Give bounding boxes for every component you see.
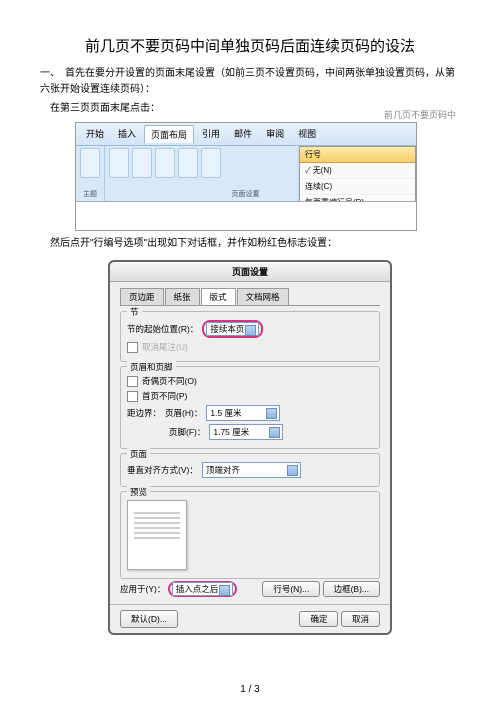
window-title-fragment: 前几页不要页码中: [384, 108, 456, 121]
text-direction-icon[interactable]: [109, 148, 129, 178]
preview-page-icon: [127, 500, 187, 570]
dialog-title: 页面设置: [110, 262, 390, 282]
section-group: 节 节的起始位置(R)： 接续本页 取消尾注(U): [120, 311, 380, 362]
ribbon-tabs: 开始 插入 页面布局 引用 邮件 审阅 视图: [76, 123, 416, 146]
header-distance-input[interactable]: 1.5 厘米: [206, 405, 280, 421]
tab-references[interactable]: 引用: [196, 125, 226, 143]
menu-none[interactable]: 无(N): [300, 163, 415, 179]
first-page-checkbox[interactable]: [127, 391, 138, 402]
tab-view[interactable]: 视图: [292, 125, 322, 143]
word-ribbon: 开始 插入 页面布局 引用 邮件 审阅 视图 主题 页面设置 稿纸 行号 无(N…: [75, 122, 417, 231]
size-icon[interactable]: [178, 148, 198, 178]
tab-home[interactable]: 开始: [80, 125, 110, 143]
tab-grid[interactable]: 文档网格: [237, 288, 289, 305]
menu-continuous[interactable]: 连续(C): [300, 179, 415, 195]
dialog-tabs: 页边距 纸张 版式 文档网格: [120, 288, 380, 306]
paragraph-1: 一、 首先在要分开设置的页面末尾设置（如前三页不设置页码，中间两张单独设置页码，…: [40, 66, 460, 98]
tab-paper[interactable]: 纸张: [165, 288, 200, 305]
odd-even-checkbox[interactable]: [127, 376, 138, 387]
line-number-menu: 行号 无(N) 连续(C) 每页重编行号(R) 每节重编行号(E) 禁止用于当前…: [299, 146, 416, 201]
tab-page-layout[interactable]: 页面布局: [144, 125, 194, 143]
margins-icon[interactable]: [132, 148, 152, 178]
borders-button[interactable]: 边框(B)...: [323, 581, 380, 597]
vertical-align-select[interactable]: 顶端对齐: [202, 462, 301, 478]
section-start-label: 节的起始位置(R)：: [127, 323, 198, 335]
doc-title: 前几页不要页码中间单独页码后面连续页码的设法: [40, 35, 460, 56]
section-start-select[interactable]: 接续本页: [206, 322, 259, 336]
page-setup-dialog: 页面设置 页边距 纸张 版式 文档网格 节 节的起始位置(R)： 接续本页 取消…: [108, 260, 392, 635]
menu-restart-page[interactable]: 每页重编行号(R): [300, 195, 415, 201]
line-numbers-button[interactable]: 行号(N)...: [262, 581, 320, 597]
tab-layout[interactable]: 版式: [201, 288, 236, 305]
themes-icon[interactable]: [80, 148, 100, 178]
apply-to-select[interactable]: 插入点之后: [172, 582, 234, 596]
tab-review[interactable]: 审阅: [260, 125, 290, 143]
preview-group: 预览: [120, 491, 380, 579]
orientation-icon[interactable]: [155, 148, 175, 178]
footer-distance-input[interactable]: 1.75 厘米: [209, 424, 283, 440]
ok-button[interactable]: 确定: [299, 611, 338, 627]
page-group: 页面 垂直对齐方式(V)：顶端对齐: [120, 453, 380, 487]
cancel-button[interactable]: 取消: [341, 611, 380, 627]
group-themes: 主题: [76, 146, 105, 201]
header-footer-group: 页眉和页脚 奇偶页不同(O) 首页不同(P) 距边界：页眉(H)：1.5 厘米 …: [120, 366, 380, 449]
default-button[interactable]: 默认(D)...: [120, 610, 178, 628]
tab-margins[interactable]: 页边距: [120, 288, 164, 305]
ribbon-body: 主题 页面设置 稿纸 行号 无(N) 连续(C) 每页重编行号(R) 每节重编行…: [76, 146, 416, 201]
suppress-endnotes-checkbox: [127, 342, 138, 353]
page-number: 1 / 3: [0, 684, 500, 695]
paragraph-3: 然后点开"行编号选项"出现如下对话框，并作如粉红色标志设置：: [40, 236, 460, 252]
tab-insert[interactable]: 插入: [112, 125, 142, 143]
document-canvas: [76, 201, 416, 230]
menu-header[interactable]: 行号: [300, 147, 415, 163]
suppress-endnotes-label: 取消尾注(U): [142, 341, 188, 353]
columns-icon[interactable]: [201, 148, 221, 178]
tab-mailings[interactable]: 邮件: [228, 125, 258, 143]
